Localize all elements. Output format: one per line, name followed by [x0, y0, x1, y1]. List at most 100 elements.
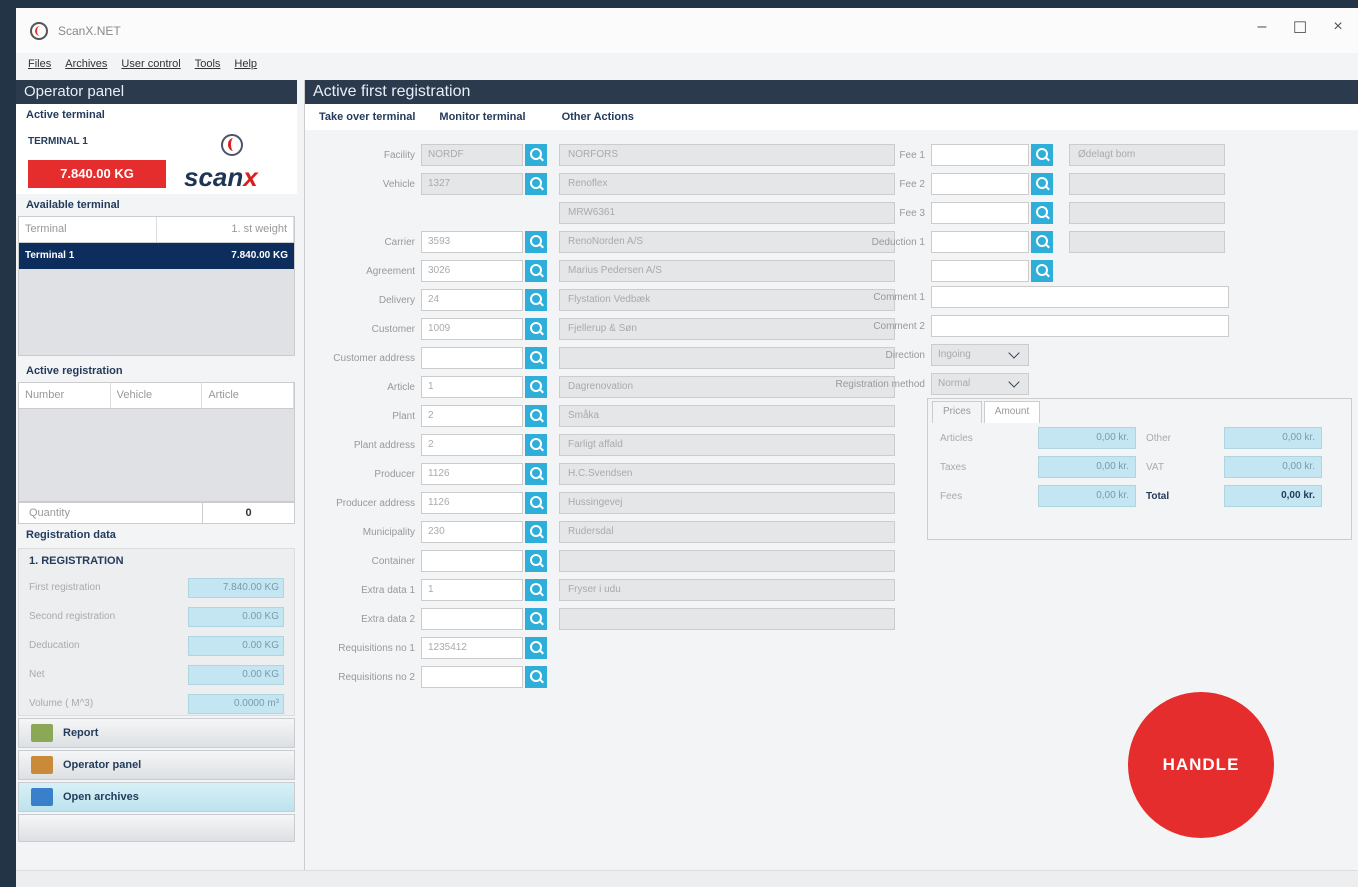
field-input[interactable]: 24: [421, 289, 523, 311]
search-icon[interactable]: [525, 608, 547, 630]
search-icon[interactable]: [525, 463, 547, 485]
method-select[interactable]: Normal: [931, 373, 1029, 395]
take-over-terminal-action[interactable]: Take over terminal: [319, 111, 415, 123]
field-input[interactable]: 1126: [421, 492, 523, 514]
search-icon[interactable]: [525, 405, 547, 427]
fee-label: Deduction 1: [871, 236, 925, 248]
table-row[interactable]: Terminal 1 7.840.00 KG: [19, 243, 294, 269]
menu-files[interactable]: Files: [28, 58, 51, 70]
field-label: Customer address: [333, 352, 415, 364]
menu-help[interactable]: Help: [234, 58, 257, 70]
open-archives-button[interactable]: Open archives: [18, 782, 295, 812]
menu-tools[interactable]: Tools: [195, 58, 221, 70]
column-header-terminal[interactable]: Terminal: [19, 217, 157, 242]
search-icon[interactable]: [525, 434, 547, 456]
report-button[interactable]: Report: [18, 718, 295, 748]
field-row: Plant address 2 Farligt affald: [305, 433, 895, 457]
search-icon[interactable]: [525, 260, 547, 282]
search-icon[interactable]: [525, 550, 547, 572]
price-row: Taxes 0,00 kr. VAT 0,00 kr.: [928, 456, 1322, 478]
fee-input[interactable]: [931, 202, 1029, 224]
field-label: Requisitions no 2: [338, 671, 415, 683]
comment2-input[interactable]: [931, 315, 1229, 337]
search-icon[interactable]: [525, 376, 547, 398]
field-row: MRW6361: [305, 201, 895, 225]
search-icon[interactable]: [525, 231, 547, 253]
search-icon[interactable]: [525, 318, 547, 340]
field-label: Municipality: [362, 526, 415, 538]
fee-input[interactable]: [931, 231, 1029, 253]
close-button[interactable]: ×: [1328, 18, 1348, 38]
search-icon[interactable]: [525, 666, 547, 688]
field-input[interactable]: 1126: [421, 463, 523, 485]
search-icon[interactable]: [525, 492, 547, 514]
search-icon[interactable]: [525, 521, 547, 543]
field-input[interactable]: 3593: [421, 231, 523, 253]
other-actions-action[interactable]: Other Actions: [562, 111, 634, 123]
fee-input[interactable]: [931, 173, 1029, 195]
search-icon[interactable]: [525, 637, 547, 659]
direction-select[interactable]: Ingoing: [931, 344, 1029, 366]
report-icon: [31, 724, 53, 742]
price-label: Fees: [940, 490, 963, 502]
field-input[interactable]: [421, 666, 523, 688]
search-icon[interactable]: [525, 347, 547, 369]
field-row: Container: [305, 549, 895, 573]
column-header-article[interactable]: Article: [202, 383, 295, 408]
field-input[interactable]: 1235412: [421, 637, 523, 659]
field-description: Rudersdal: [559, 521, 895, 543]
field-label: Vehicle: [382, 178, 415, 190]
field-input[interactable]: NORDF: [421, 144, 523, 166]
price-value: 0,00 kr.: [1038, 427, 1136, 449]
field-input[interactable]: 1: [421, 579, 523, 601]
field-input[interactable]: [421, 347, 523, 369]
field-input[interactable]: 3026: [421, 260, 523, 282]
monitor-terminal-action[interactable]: Monitor terminal: [439, 111, 525, 123]
search-icon[interactable]: [1031, 144, 1053, 166]
search-icon[interactable]: [1031, 260, 1053, 282]
second-registration-value: 0.00 KG: [188, 606, 284, 627]
search-icon[interactable]: [1031, 231, 1053, 253]
operator-icon: [31, 756, 53, 774]
search-icon[interactable]: [1031, 173, 1053, 195]
search-icon[interactable]: [525, 289, 547, 311]
search-icon[interactable]: [525, 579, 547, 601]
comment1-input[interactable]: [931, 286, 1229, 308]
quantity-value: 0: [202, 503, 294, 523]
minimize-button[interactable]: –: [1252, 18, 1272, 38]
field-row: Customer address: [305, 346, 895, 370]
field-input[interactable]: [421, 608, 523, 630]
maximize-button[interactable]: ☐: [1290, 18, 1310, 38]
field-input[interactable]: 230: [421, 521, 523, 543]
tab-amount[interactable]: Amount: [983, 401, 1041, 423]
price-value: 0,00 kr.: [1224, 427, 1322, 449]
operator-panel-header: Operator panel: [16, 80, 297, 104]
search-icon[interactable]: [525, 173, 547, 195]
field-input[interactable]: 2: [421, 405, 523, 427]
field-input[interactable]: 2: [421, 434, 523, 456]
operator-panel-button[interactable]: Operator panel: [18, 750, 295, 780]
tab-prices[interactable]: Prices: [932, 401, 982, 423]
fee-input[interactable]: [931, 260, 1029, 282]
field-input[interactable]: [421, 550, 523, 572]
field-input[interactable]: 1: [421, 376, 523, 398]
field-description: Småka: [559, 405, 895, 427]
field-input[interactable]: 1009: [421, 318, 523, 340]
cell-weight: 7.840.00 KG: [231, 250, 288, 261]
search-icon[interactable]: [525, 144, 547, 166]
column-header-number[interactable]: Number: [19, 383, 111, 408]
search-icon[interactable]: [1031, 202, 1053, 224]
field-row: Plant 2 Småka: [305, 404, 895, 428]
field-input[interactable]: 1327: [421, 173, 523, 195]
field-label: Plant address: [353, 439, 415, 451]
handle-button[interactable]: HANDLE: [1128, 692, 1274, 838]
menu-archives[interactable]: Archives: [65, 58, 107, 70]
field-row: Requisitions no 2: [305, 665, 547, 689]
active-terminal-card[interactable]: TERMINAL 1 7.840.00 KG scanx: [16, 126, 297, 194]
price-value: 0,00 kr.: [1224, 456, 1322, 478]
column-header-weight[interactable]: 1. st weight: [157, 217, 294, 242]
fee-input[interactable]: [931, 144, 1029, 166]
column-header-vehicle[interactable]: Vehicle: [111, 383, 203, 408]
report-label: Report: [63, 727, 99, 739]
menu-user-control[interactable]: User control: [121, 58, 180, 70]
